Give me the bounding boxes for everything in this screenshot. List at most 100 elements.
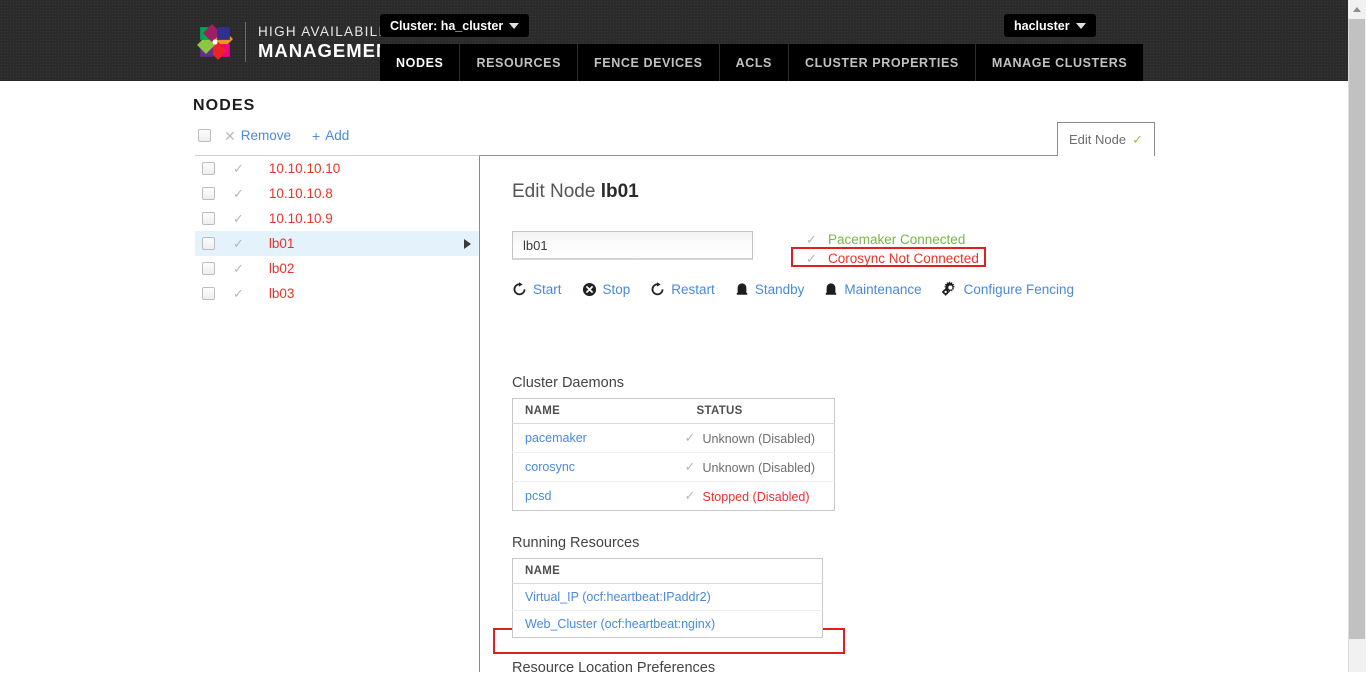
list-item[interactable]: ✓ 10.10.10.10 [195, 156, 479, 181]
restart-label: Restart [671, 281, 715, 297]
add-node-label: Add [325, 128, 350, 143]
check-icon: ✓ [233, 236, 244, 251]
app-header: HIGH AVAILABILITY MANAGEMENT Cluster: ha… [0, 0, 1348, 81]
cluster-selector-label: Cluster: ha_cluster [390, 18, 504, 33]
table-row[interactable]: corosync ✓ Unknown (Disabled) [512, 452, 835, 482]
standby-icon [735, 282, 749, 296]
daemon-name[interactable]: corosync [512, 452, 685, 482]
node-name: 10.10.10.9 [268, 211, 333, 226]
brand-divider [245, 22, 246, 62]
maintenance-label: Maintenance [844, 281, 922, 297]
stop-button[interactable]: Stop [582, 281, 631, 297]
node-name: 10.10.10.8 [268, 186, 333, 201]
standby-button[interactable]: Standby [735, 281, 805, 297]
table-row[interactable]: pcsd ✓ Stopped (Disabled) [513, 482, 835, 511]
row-checkbox[interactable] [202, 237, 215, 250]
scrollbar-thumb[interactable] [1349, 19, 1365, 639]
resource-name[interactable]: Virtual_IP (ocf:heartbeat:IPaddr2) [512, 583, 823, 611]
stop-circle-icon [582, 282, 597, 297]
add-node-button[interactable]: + Add [312, 128, 349, 143]
list-item[interactable]: ✓ lb02 [195, 256, 479, 281]
restart-arrow-icon [650, 281, 665, 297]
chevron-right-icon [464, 238, 471, 249]
list-item[interactable]: ✓ lb03 [195, 281, 479, 306]
list-item[interactable]: ✓ 10.10.10.9 [195, 206, 479, 231]
resource-name[interactable]: Web_Cluster (ocf:heartbeat:nginx) [513, 611, 823, 638]
edit-node-heading: Edit Node lb01 [512, 181, 639, 203]
row-checkbox[interactable] [202, 262, 215, 275]
nav-item-fence-devices[interactable]: FENCE DEVICES [578, 44, 720, 81]
daemon-status-text: Unknown (Disabled) [702, 432, 816, 446]
check-icon: ✓ [233, 261, 244, 276]
check-icon: ✓ [1132, 131, 1143, 147]
nav-item-nodes[interactable]: NODES [380, 44, 461, 81]
close-icon: ✕ [224, 127, 236, 144]
start-button[interactable]: Start [512, 282, 562, 297]
check-icon: ✓ [233, 161, 244, 176]
daemon-name[interactable]: pacemaker [512, 423, 685, 453]
daemon-status: ✓ Stopped (Disabled) [685, 482, 835, 511]
edit-node-heading-prefix: Edit Node [512, 181, 601, 202]
ha-logo-icon [193, 20, 237, 64]
user-menu[interactable]: hacluster [1004, 14, 1096, 37]
node-actions: Start Stop Restart Standby Maintenance C… [512, 281, 1094, 297]
table-row[interactable]: Virtual_IP (ocf:heartbeat:IPaddr2) [512, 583, 823, 611]
corosync-status: ✓ Corosync Not Connected [806, 249, 979, 268]
node-name: 10.10.10.10 [268, 161, 341, 176]
daemon-status-text: Stopped (Disabled) [702, 490, 810, 504]
page-scrollbar[interactable] [1348, 0, 1366, 672]
row-checkbox[interactable] [202, 187, 215, 200]
user-menu-label: hacluster [1014, 18, 1070, 33]
plus-icon: + [312, 127, 321, 144]
row-checkbox[interactable] [202, 287, 215, 300]
scroll-up-arrow-icon[interactable] [1348, 0, 1366, 18]
table-row[interactable]: Web_Cluster (ocf:heartbeat:nginx) [513, 611, 823, 638]
nav-item-manage-clusters[interactable]: MANAGE CLUSTERS [976, 44, 1143, 81]
configure-fencing-button[interactable]: Configure Fencing [941, 281, 1074, 297]
node-list-toolbar: ✕ Remove + Add [198, 128, 349, 143]
cluster-daemons-title: Cluster Daemons [512, 375, 625, 391]
gears-icon [941, 281, 958, 297]
configure-fencing-label: Configure Fencing [963, 281, 1074, 297]
node-name: lb02 [268, 261, 295, 276]
check-icon: ✓ [233, 186, 244, 201]
list-item[interactable]: ✓ 10.10.10.8 [195, 181, 479, 206]
row-checkbox[interactable] [202, 212, 215, 225]
check-icon: ✓ [233, 286, 244, 301]
nav-item-cluster-properties[interactable]: CLUSTER PROPERTIES [789, 44, 976, 81]
select-all-checkbox[interactable] [198, 129, 211, 142]
daemon-status-text: Unknown (Disabled) [702, 461, 816, 475]
pacemaker-status-label: Pacemaker Connected [828, 232, 966, 247]
node-name-input[interactable] [512, 231, 753, 260]
start-label: Start [533, 281, 562, 297]
restart-button[interactable]: Restart [650, 282, 715, 297]
remove-node-button[interactable]: ✕ Remove [224, 128, 291, 143]
row-checkbox[interactable] [202, 162, 215, 175]
main-nav: NODES RESOURCES FENCE DEVICES ACLS CLUST… [380, 44, 1144, 81]
cluster-daemons-table: NAME STATUS pacemaker ✓ Unknown (Disabled… [512, 398, 835, 511]
check-icon: ✓ [806, 250, 817, 266]
tab-edit-node-label: Edit Node [1069, 132, 1127, 147]
chevron-down-icon [1075, 22, 1086, 29]
node-status-block: ✓ Pacemaker Connected ✓ Corosync Not Con… [806, 230, 979, 268]
stop-label: Stop [602, 281, 631, 297]
pacemaker-status: ✓ Pacemaker Connected [806, 230, 979, 249]
nav-item-resources[interactable]: RESOURCES [460, 44, 579, 81]
resource-location-preferences-title: Resource Location Preferences [512, 660, 716, 676]
maintenance-button[interactable]: Maintenance [824, 281, 922, 297]
standby-label: Standby [754, 281, 805, 297]
nav-item-acls[interactable]: ACLS [720, 44, 789, 81]
node-name: lb01 [268, 236, 295, 251]
table-row[interactable]: pacemaker ✓ Unknown (Disabled) [512, 423, 835, 453]
list-item-selected[interactable]: ✓ lb01 [195, 231, 479, 256]
daemon-name[interactable]: pcsd [513, 482, 685, 511]
check-icon: ✓ [684, 459, 696, 474]
table-header-row: NAME STATUS [512, 398, 835, 424]
tab-edit-node[interactable]: Edit Node ✓ [1057, 122, 1155, 156]
check-icon: ✓ [806, 231, 817, 247]
node-list: ✓ 10.10.10.10 ✓ 10.10.10.8 ✓ 10.10.10.9 … [195, 155, 480, 672]
restart-arrow-icon [512, 281, 527, 297]
check-icon: ✓ [684, 488, 696, 503]
cluster-selector[interactable]: Cluster: ha_cluster [380, 14, 530, 37]
edit-node-heading-name: lb01 [600, 181, 639, 202]
